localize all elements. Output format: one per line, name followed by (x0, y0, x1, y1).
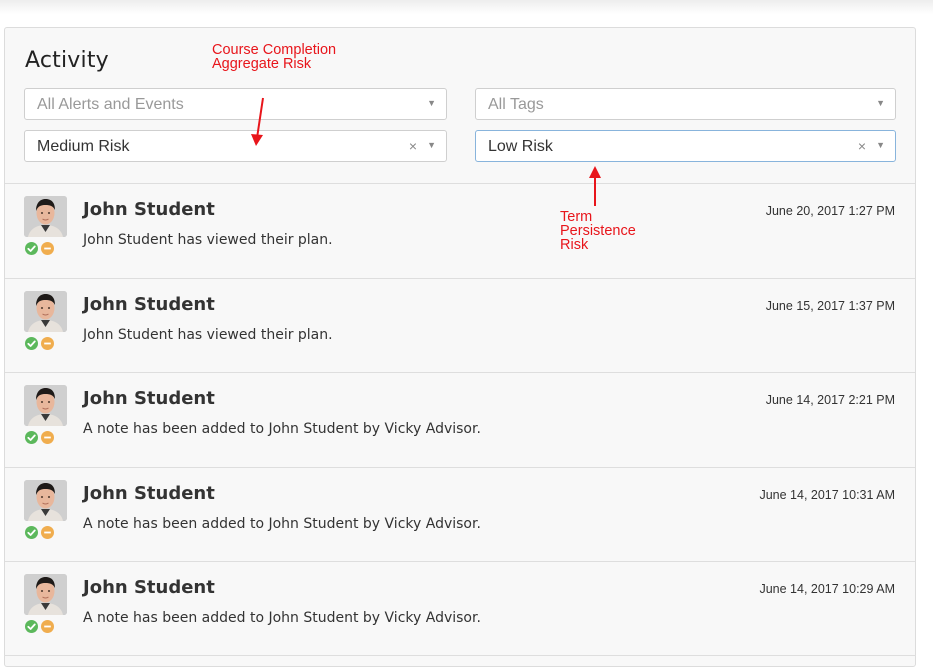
panel-title: Activity (25, 48, 109, 73)
alerts-filter-placeholder: All Alerts and Events (37, 96, 184, 113)
term-risk-value: Low Risk (488, 138, 553, 155)
activity-row[interactable]: John Student John Student has viewed the… (5, 183, 915, 277)
tags-filter-select[interactable]: All Tags ▼ (475, 88, 896, 120)
activity-description: A note has been added to John Student by… (83, 421, 481, 437)
annotation-course-completion: Course Completion Aggregate Risk (212, 42, 337, 72)
annotation-arrow-up (589, 166, 601, 206)
list-bottom-divider (4, 655, 916, 656)
term-risk-filter-select[interactable]: Low Risk × ▼ (475, 130, 896, 162)
student-name[interactable]: John Student (83, 483, 215, 504)
annotation-arrow-down (251, 97, 264, 146)
minus-circle-icon (41, 336, 54, 350)
check-circle-icon (25, 525, 38, 539)
student-name[interactable]: John Student (83, 577, 215, 598)
activity-timestamp: June 14, 2017 2:21 PM (765, 393, 895, 407)
student-avatar[interactable] (24, 479, 67, 521)
chevron-down-icon: ▼ (427, 98, 436, 108)
chevron-down-icon[interactable]: ▼ (427, 140, 436, 150)
clear-icon[interactable]: × (858, 138, 866, 154)
clear-icon[interactable]: × (409, 138, 417, 154)
check-circle-icon (25, 242, 38, 255)
check-circle-icon (25, 431, 38, 444)
student-avatar[interactable] (24, 196, 67, 237)
activity-description: A note has been added to John Student by… (83, 610, 481, 626)
chevron-down-icon[interactable]: ▼ (876, 140, 885, 150)
page-top-shadow (0, 0, 933, 14)
alerts-filter-select[interactable]: All Alerts and Events ▼ (24, 88, 447, 120)
activity-timestamp: June 14, 2017 10:31 AM (759, 487, 895, 502)
minus-circle-icon (41, 620, 54, 633)
tags-filter-placeholder: All Tags (488, 96, 544, 113)
check-circle-icon (25, 336, 38, 350)
activity-row[interactable]: John Student A note has been added to Jo… (5, 372, 915, 466)
chevron-down-icon: ▼ (876, 98, 885, 108)
student-name[interactable]: John Student (83, 388, 215, 409)
minus-circle-icon (41, 242, 54, 255)
check-circle-icon (25, 620, 38, 633)
activity-description: John Student has viewed their plan. (83, 232, 333, 248)
activity-timestamp: June 15, 2017 1:37 PM (765, 298, 895, 313)
student-name[interactable]: John Student (83, 199, 215, 220)
minus-circle-icon (41, 525, 54, 539)
activity-row[interactable]: John Student A note has been added to Jo… (5, 561, 915, 655)
activity-panel: Activity All Alerts and Events ▼ All Tag… (4, 27, 916, 667)
minus-circle-icon (41, 431, 54, 444)
activity-timestamp: June 20, 2017 1:27 PM (765, 204, 895, 218)
student-name[interactable]: John Student (83, 294, 215, 315)
student-avatar[interactable] (24, 290, 67, 332)
activity-row[interactable]: John Student A note has been added to Jo… (5, 466, 915, 561)
course-risk-value: Medium Risk (37, 138, 130, 155)
activity-description: John Student has viewed their plan. (83, 326, 333, 343)
annotation-term-persistence: Term Persistence Risk (560, 209, 636, 253)
student-avatar[interactable] (24, 574, 67, 615)
activity-description: A note has been added to John Student by… (83, 515, 481, 532)
activity-row[interactable]: John Student John Student has viewed the… (5, 277, 915, 372)
student-avatar[interactable] (24, 385, 67, 426)
course-risk-filter-select[interactable]: Medium Risk × ▼ (24, 130, 447, 162)
activity-timestamp: June 14, 2017 10:29 AM (759, 582, 895, 596)
